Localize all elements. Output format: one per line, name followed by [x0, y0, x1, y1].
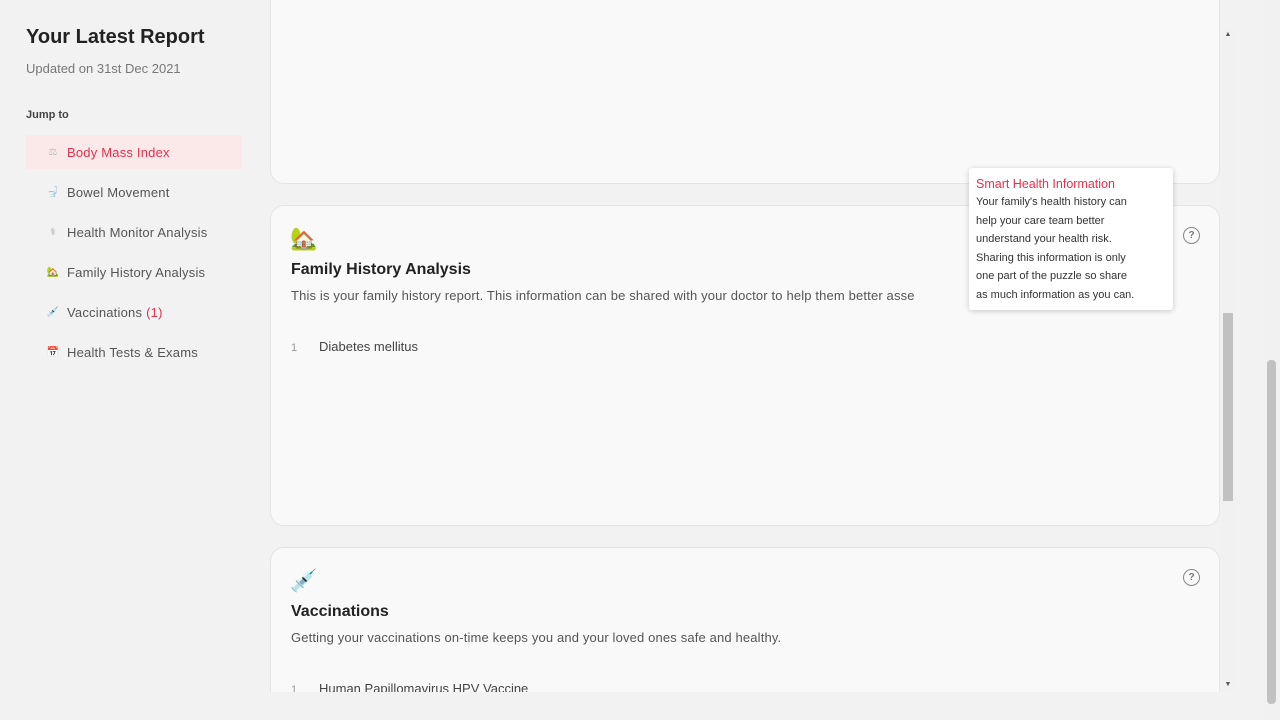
house-icon: 🏡: [290, 226, 318, 251]
report-card-previous: [270, 0, 1220, 184]
smart-health-tooltip: Smart Health Information Your family's h…: [969, 168, 1173, 310]
tooltip-line: help your care team better: [976, 214, 1105, 227]
list-item-number: 1: [291, 684, 298, 692]
list-item-number: 1: [291, 342, 298, 354]
tooltip-line: Sharing this information is only: [976, 251, 1126, 264]
syringe-icon: 💉: [290, 568, 318, 593]
report-content[interactable]: 🏡 Family History Analysis This is your f…: [262, 0, 1262, 692]
page-scrollbar-thumb[interactable]: [1267, 360, 1276, 704]
card-title: Vaccinations: [291, 603, 389, 620]
nav-item-label: Health Monitor Analysis: [67, 224, 208, 240]
tooltip-line: Your family's health history can: [976, 196, 1127, 208]
help-icon[interactable]: ?: [1183, 569, 1200, 586]
card-title: Family History Analysis: [291, 261, 471, 278]
tooltip-title: Smart Health Information: [976, 177, 1115, 191]
calendar-icon: 📅: [46, 346, 60, 358]
card-description: Getting your vaccinations on-time keeps …: [291, 630, 782, 645]
nav-item-health-monitor-analysis[interactable]: ⚕ Health Monitor Analysis: [26, 215, 242, 249]
scale-icon: ⚖: [48, 146, 58, 158]
house-icon: 🏡: [46, 266, 60, 278]
list-item-label: Diabetes mellitus: [319, 339, 418, 354]
medical-icon: ⚕: [50, 226, 56, 238]
nav-item-label: Family History Analysis: [67, 264, 206, 280]
vaccination-count-badge: (1): [146, 304, 163, 320]
help-icon[interactable]: ?: [1183, 227, 1200, 244]
jump-to-label: Jump to: [26, 109, 69, 121]
jump-nav: ⚖ Body Mass Index 🚽 Bowel Movement ⚕ Hea…: [26, 135, 242, 375]
nav-item-body-mass-index[interactable]: ⚖ Body Mass Index: [26, 135, 242, 169]
nav-item-label: Bowel Movement: [67, 184, 170, 200]
sidebar: Your Latest Report Updated on 31st Dec 2…: [0, 0, 262, 720]
list-item: 1 Diabetes mellitus: [291, 339, 418, 354]
syringe-icon: 💉: [46, 306, 60, 318]
tooltip-line: as much information as you can.: [976, 288, 1135, 301]
scroll-down-arrow-icon[interactable]: ▼: [1220, 681, 1236, 688]
updated-date: Updated on 31st Dec 2021: [26, 61, 181, 76]
nav-item-label: Vaccinations: [67, 304, 143, 320]
tooltip-line: one part of the puzzle so share: [976, 270, 1128, 283]
content-scrollbar[interactable]: ▲ ▼: [1220, 27, 1236, 692]
nav-item-bowel-movement[interactable]: 🚽 Bowel Movement: [26, 175, 242, 209]
list-item-label: Human Papillomavirus HPV Vaccine: [319, 681, 529, 692]
nav-item-health-tests-exams[interactable]: 📅 Health Tests & Exams: [26, 335, 242, 369]
nav-item-family-history-analysis[interactable]: 🏡 Family History Analysis: [26, 255, 242, 289]
nav-item-vaccinations[interactable]: 💉 Vaccinations (1): [26, 295, 242, 329]
tooltip-body: Your family's health history can help yo…: [976, 193, 1166, 305]
vaccinations-card: 💉 Vaccinations Getting your vaccinations…: [270, 547, 1220, 692]
scroll-up-arrow-icon[interactable]: ▲: [1220, 31, 1236, 38]
page-scrollbar[interactable]: [1263, 0, 1280, 720]
nav-item-label: Body Mass Index: [67, 144, 170, 160]
content-scrollbar-thumb[interactable]: [1223, 313, 1233, 501]
list-item: 1 Human Papillomavirus HPV Vaccine: [291, 681, 528, 692]
tooltip-line: understand your health risk.: [976, 233, 1112, 246]
page-title: Your Latest Report: [26, 26, 205, 48]
nav-item-label: Health Tests & Exams: [67, 344, 198, 360]
card-description: This is your family history report. This…: [291, 288, 915, 303]
toilet-icon: 🚽: [46, 186, 60, 198]
